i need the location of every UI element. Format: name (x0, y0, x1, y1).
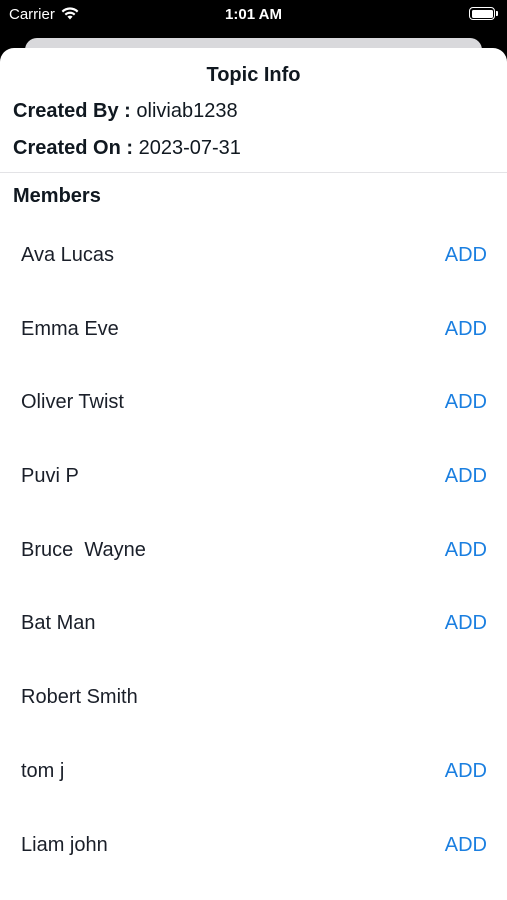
member-row: Emma Eve ADD (0, 292, 507, 366)
member-name: Emma Eve (21, 317, 119, 340)
created-on-row: Created On : 2023-07-31 (13, 137, 241, 160)
clock: 1:01 AM (225, 6, 282, 23)
member-row: Liam john ADD (0, 808, 507, 882)
members-heading: Members (13, 185, 101, 207)
add-member-button[interactable]: ADD (445, 391, 487, 414)
member-row: Puvi P ADD (0, 439, 507, 513)
topic-info-sheet: Topic Info Created By : oliviab1238 Crea… (0, 48, 507, 900)
member-row: Bat Man ADD (0, 586, 507, 660)
member-row: Oliver Twist ADD (0, 365, 507, 439)
created-by-label: Created By : (13, 100, 131, 122)
member-name: Bruce Wayne (21, 538, 146, 561)
member-row: Robert Smith (0, 660, 507, 734)
add-member-button[interactable]: ADD (445, 612, 487, 635)
member-name: tom j (21, 759, 65, 782)
sheet-title: Topic Info (206, 64, 301, 86)
member-row: Ava Lucas ADD (0, 218, 507, 292)
add-member-button[interactable]: ADD (445, 244, 487, 267)
created-on-label: Created On : (13, 137, 134, 159)
created-by-row: Created By : oliviab1238 (13, 100, 238, 123)
created-on-value: 2023-07-31 (138, 137, 241, 159)
add-member-button[interactable]: ADD (445, 834, 487, 857)
divider (0, 172, 507, 173)
status-bar: Carrier 1:01 AM (0, 0, 507, 30)
add-member-button[interactable]: ADD (445, 465, 487, 488)
member-list: Ava Lucas ADD Emma Eve ADD Oliver Twist … (0, 218, 507, 881)
member-name: Robert Smith (21, 686, 138, 709)
add-member-button[interactable]: ADD (445, 539, 487, 562)
member-name: Oliver Twist (21, 391, 124, 414)
add-member-button[interactable]: ADD (445, 760, 487, 783)
member-row: Bruce Wayne ADD (0, 513, 507, 587)
created-by-value: oliviab1238 (136, 100, 238, 122)
member-name: Puvi P (21, 465, 79, 488)
member-name: Bat Man (21, 612, 96, 635)
screen: Carrier 1:01 AM Topic Info Created By : … (0, 0, 507, 900)
member-row: tom j ADD (0, 734, 507, 808)
member-name: Ava Lucas (21, 244, 115, 266)
battery-icon (469, 7, 498, 20)
member-name: Liam john (21, 833, 108, 856)
add-member-button[interactable]: ADD (445, 318, 487, 341)
